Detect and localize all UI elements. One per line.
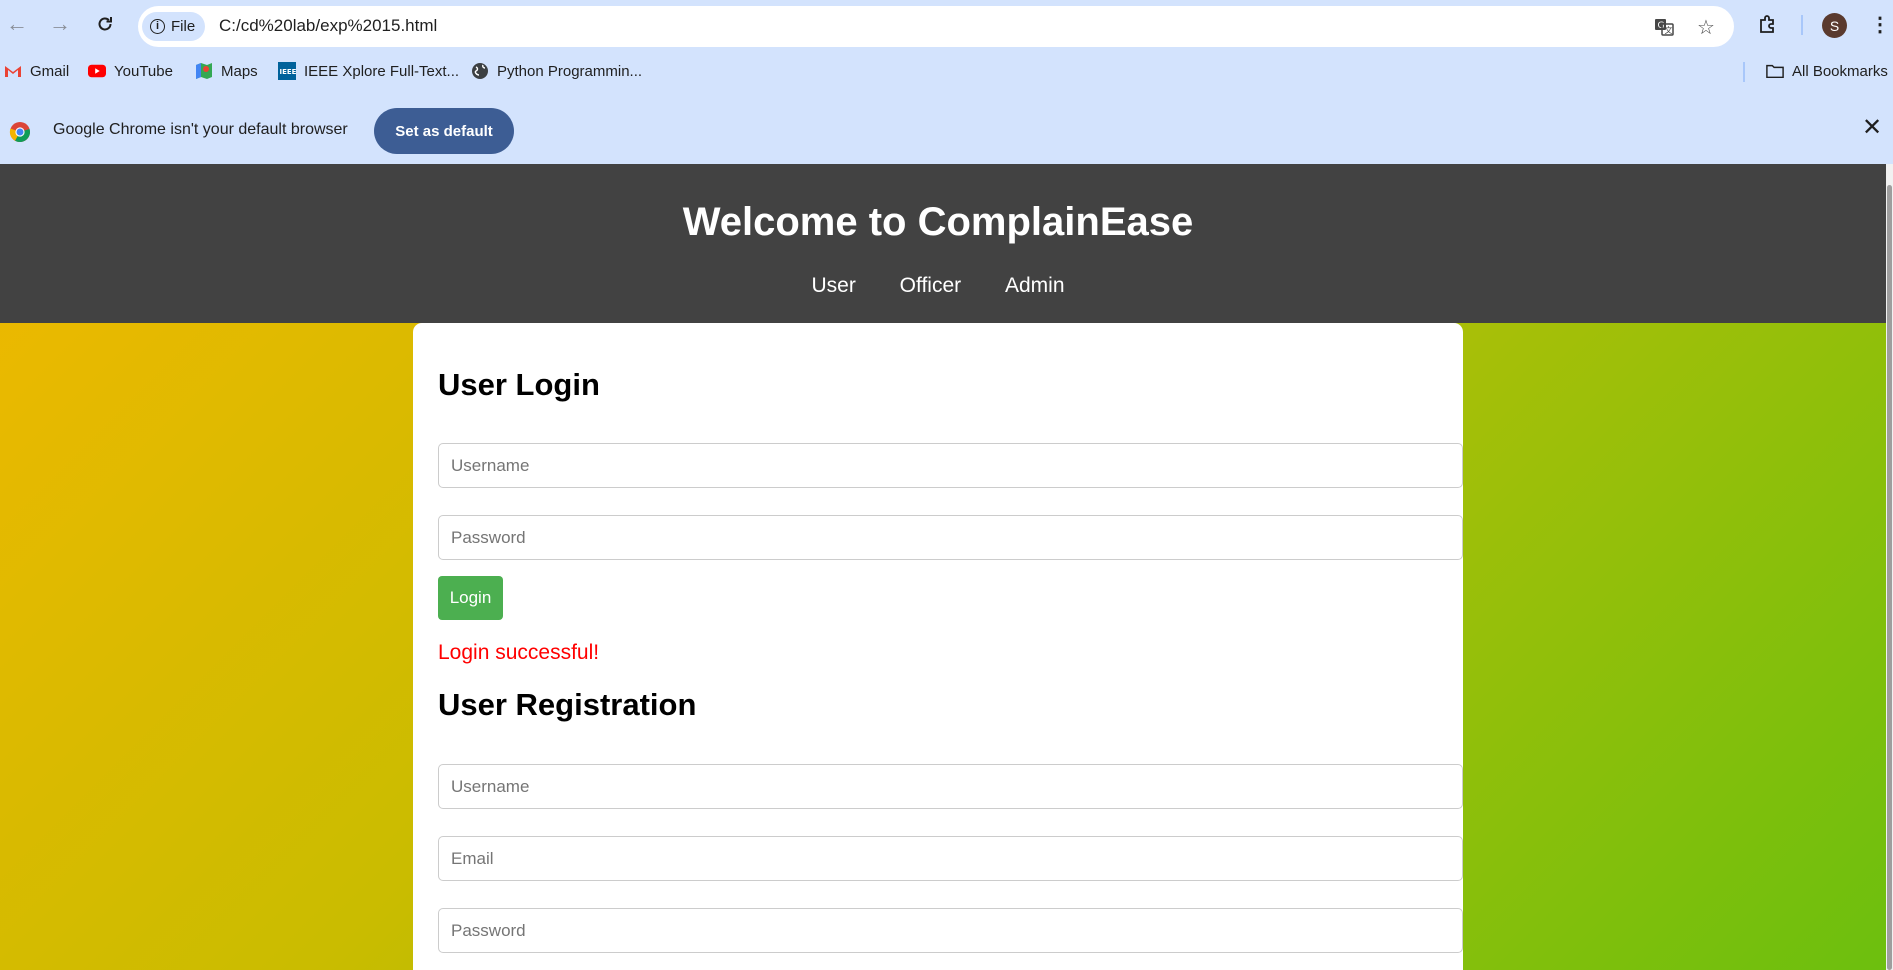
close-icon[interactable]: ✕ xyxy=(1862,116,1882,140)
youtube-icon xyxy=(88,62,106,80)
profile-avatar[interactable]: S xyxy=(1822,13,1847,38)
menu-kebab-icon[interactable]: ⋮ xyxy=(1866,10,1893,38)
site-header: Welcome to ComplainEase User Officer Adm… xyxy=(0,164,1893,323)
maps-icon xyxy=(195,62,213,80)
bookmarks-bar: Gmail YouTube Maps IEEE IEEE Xplore Full… xyxy=(0,48,1893,98)
default-browser-infobar: Google Chrome isn't your default browser… xyxy=(0,98,1893,164)
page-scrollbar-thumb[interactable] xyxy=(1887,185,1892,970)
page-viewport: Welcome to ComplainEase User Officer Adm… xyxy=(0,164,1893,970)
back-arrow-icon[interactable]: ← xyxy=(3,10,31,38)
register-password-input[interactable] xyxy=(438,908,1463,953)
form-card: User Login Login Login successful! User … xyxy=(413,323,1463,970)
bookmark-label: Maps xyxy=(221,62,258,80)
infobar-message: Google Chrome isn't your default browser xyxy=(53,121,348,138)
site-info-chip[interactable]: i File xyxy=(142,12,206,41)
extensions-icon[interactable] xyxy=(1754,10,1782,38)
svg-text:文: 文 xyxy=(1665,25,1673,35)
page-title: Welcome to ComplainEase xyxy=(682,200,1194,244)
bookmark-label: Gmail xyxy=(30,62,70,80)
all-bookmarks[interactable]: All Bookmarks xyxy=(1766,62,1888,80)
login-button[interactable]: Login xyxy=(438,576,503,620)
all-bookmarks-label: All Bookmarks xyxy=(1792,62,1888,80)
bookmarks-divider xyxy=(1743,62,1745,82)
globe-icon xyxy=(471,62,489,80)
translate-icon[interactable]: G文 xyxy=(1651,14,1677,40)
bookmark-label: YouTube xyxy=(114,62,173,80)
url-text[interactable]: C:/cd%20lab/exp%2015.html xyxy=(219,16,437,36)
login-password-input[interactable] xyxy=(438,515,1463,560)
registration-heading: User Registration xyxy=(438,687,697,722)
nav-link-admin[interactable]: Admin xyxy=(1005,274,1065,297)
folder-icon xyxy=(1766,62,1784,80)
bookmark-python[interactable]: Python Programmin... xyxy=(471,62,642,80)
login-username-input[interactable] xyxy=(438,443,1463,488)
login-heading: User Login xyxy=(438,367,600,402)
forward-arrow-icon[interactable]: → xyxy=(46,10,74,38)
register-username-input[interactable] xyxy=(438,764,1463,809)
site-info-label: File xyxy=(171,18,196,35)
address-bar[interactable]: i File C:/cd%20lab/exp%2015.html G文 ☆ xyxy=(138,6,1734,47)
browser-toolbar: ← → i File C:/cd%20lab/exp%2015.html G文 … xyxy=(0,0,1893,48)
bookmark-label: IEEE Xplore Full-Text... xyxy=(304,62,460,80)
login-status-message: Login successful! xyxy=(438,641,600,664)
info-icon: i xyxy=(150,19,165,34)
bookmark-gmail[interactable]: Gmail xyxy=(4,62,69,80)
site-nav: User Officer Admin xyxy=(0,274,1876,298)
bookmark-label: Python Programmin... xyxy=(497,62,643,80)
gmail-icon xyxy=(4,62,22,80)
set-as-default-button[interactable]: Set as default xyxy=(374,108,514,154)
toolbar-divider xyxy=(1801,15,1803,35)
reload-icon[interactable] xyxy=(91,10,119,38)
bookmark-star-icon[interactable]: ☆ xyxy=(1693,14,1719,40)
chrome-logo-icon xyxy=(9,121,31,148)
nav-link-officer[interactable]: Officer xyxy=(900,274,961,297)
ieee-icon: IEEE xyxy=(278,62,296,80)
bookmark-ieee[interactable]: IEEE IEEE Xplore Full-Text... xyxy=(278,62,459,80)
nav-link-user[interactable]: User xyxy=(811,274,855,297)
svg-text:G: G xyxy=(1658,21,1665,31)
svg-text:IEEE: IEEE xyxy=(280,68,297,76)
bookmark-maps[interactable]: Maps xyxy=(195,62,258,80)
register-email-input[interactable] xyxy=(438,836,1463,881)
bookmark-youtube[interactable]: YouTube xyxy=(88,62,173,80)
